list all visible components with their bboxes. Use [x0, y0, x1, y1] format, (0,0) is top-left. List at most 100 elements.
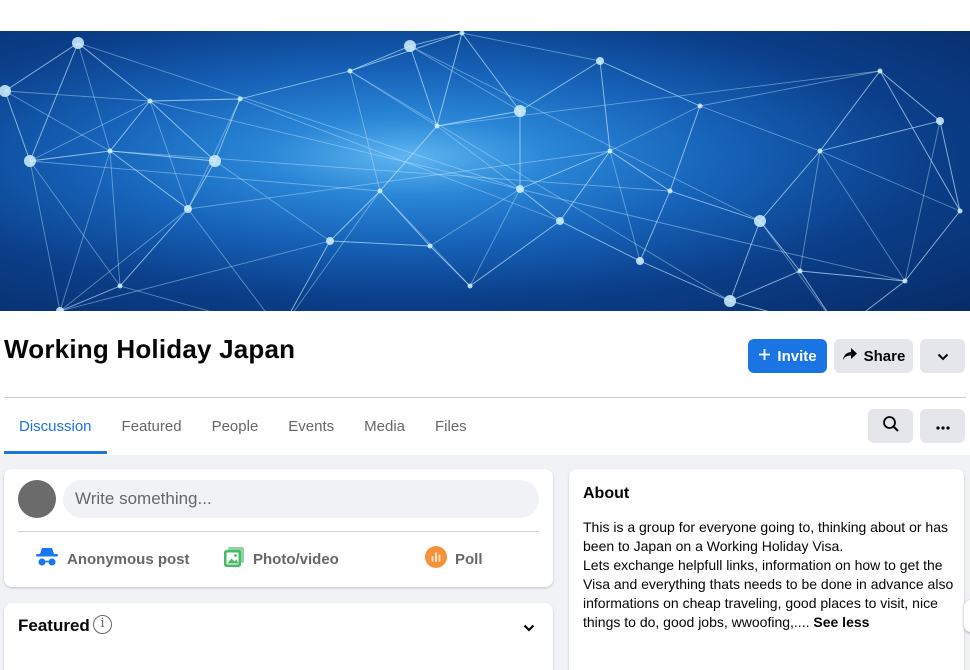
tab-more-button[interactable] [920, 409, 965, 443]
tab-people[interactable]: People [197, 400, 274, 454]
invite-button[interactable]: Invite [748, 339, 827, 373]
network-line [59, 240, 331, 311]
see-less-link[interactable]: See less [813, 614, 869, 630]
network-node [434, 123, 440, 129]
network-line [109, 150, 189, 210]
network-line [799, 270, 828, 311]
network-line [409, 45, 521, 112]
search-icon [882, 415, 900, 438]
network-line [109, 150, 121, 287]
network-line [59, 150, 111, 311]
network-line [669, 190, 761, 222]
network-line [29, 42, 79, 162]
more-options-button[interactable] [920, 339, 965, 373]
network-node [667, 188, 673, 194]
network-line [349, 70, 381, 192]
network-line [799, 150, 821, 272]
network-line [59, 285, 121, 311]
network-line [639, 190, 671, 262]
search-button[interactable] [868, 409, 913, 443]
network-line [519, 60, 601, 112]
plus-icon [758, 348, 771, 365]
network-node [724, 295, 736, 307]
write-something-input[interactable]: Write something... [63, 480, 539, 518]
anonymous-post-button[interactable]: Anonymous post [35, 547, 190, 571]
network-line [29, 150, 111, 162]
network-node [797, 268, 803, 274]
network-node [516, 185, 524, 193]
poll-icon [425, 546, 447, 572]
network-line [429, 188, 521, 247]
header-divider [4, 397, 966, 398]
scroll-edge-element [964, 600, 970, 632]
tab-files[interactable]: Files [420, 400, 482, 454]
share-arrow-icon [842, 347, 858, 365]
network-line [214, 160, 331, 242]
network-line [939, 120, 961, 212]
about-title: About [583, 485, 630, 502]
network-line [379, 190, 431, 247]
tab-events[interactable]: Events [273, 400, 349, 454]
network-node [0, 85, 11, 97]
network-line [149, 100, 906, 282]
post-composer: Write something... Anonymous post Photo/… [4, 469, 553, 587]
photo-video-button[interactable]: Photo/video [223, 547, 339, 571]
network-line [293, 190, 381, 311]
network-node [377, 188, 383, 194]
network-pattern [0, 31, 963, 311]
network-node [467, 283, 473, 289]
tab-featured[interactable]: Featured [107, 400, 197, 454]
composer-divider [18, 531, 539, 532]
network-line [29, 100, 151, 162]
network-line [409, 45, 438, 127]
featured-collapse-button[interactable] [523, 619, 535, 637]
network-node [117, 283, 123, 289]
share-button[interactable]: Share [834, 339, 913, 373]
network-line [349, 70, 731, 302]
tab-media[interactable]: Media [349, 400, 420, 454]
about-text: This is a group for everyone going to, t… [583, 519, 954, 630]
network-line [429, 245, 471, 287]
network-line [109, 100, 151, 152]
network-line [461, 32, 601, 62]
network-line [819, 120, 941, 152]
network-line [729, 270, 801, 302]
network-line [329, 190, 381, 242]
avatar[interactable] [18, 480, 56, 518]
poll-button[interactable]: Poll [425, 546, 483, 572]
network-line [799, 270, 906, 282]
network-line [436, 110, 521, 127]
network-node [347, 68, 353, 74]
network-line [77, 42, 151, 102]
network-line [29, 160, 121, 287]
network-node [24, 155, 36, 167]
network-line [759, 220, 827, 311]
tab-discussion[interactable]: Discussion [4, 400, 107, 454]
network-line [409, 45, 761, 222]
network-line [799, 270, 828, 311]
network-line [187, 208, 266, 311]
network-line [4, 42, 79, 92]
network-line [639, 260, 731, 302]
photo-video-label: Photo/video [253, 550, 339, 568]
network-line [699, 105, 821, 152]
network-node [427, 243, 433, 249]
network-node [902, 278, 908, 284]
network-line [149, 98, 241, 102]
chevron-down-icon [523, 619, 535, 636]
chevron-down-icon [937, 348, 949, 365]
network-node [147, 98, 153, 104]
cover-photo [0, 31, 970, 311]
info-icon[interactable]: i [93, 615, 112, 634]
network-line [759, 150, 821, 222]
network-line [187, 160, 216, 210]
network-line [436, 70, 881, 127]
network-line [149, 100, 216, 162]
network-line [819, 150, 906, 282]
network-line [29, 160, 61, 311]
photo-icon [223, 546, 245, 572]
incognito-icon [35, 547, 59, 571]
network-line [559, 220, 641, 262]
about-card: About This is a group for everyone going… [569, 469, 964, 670]
network-line [4, 90, 111, 152]
